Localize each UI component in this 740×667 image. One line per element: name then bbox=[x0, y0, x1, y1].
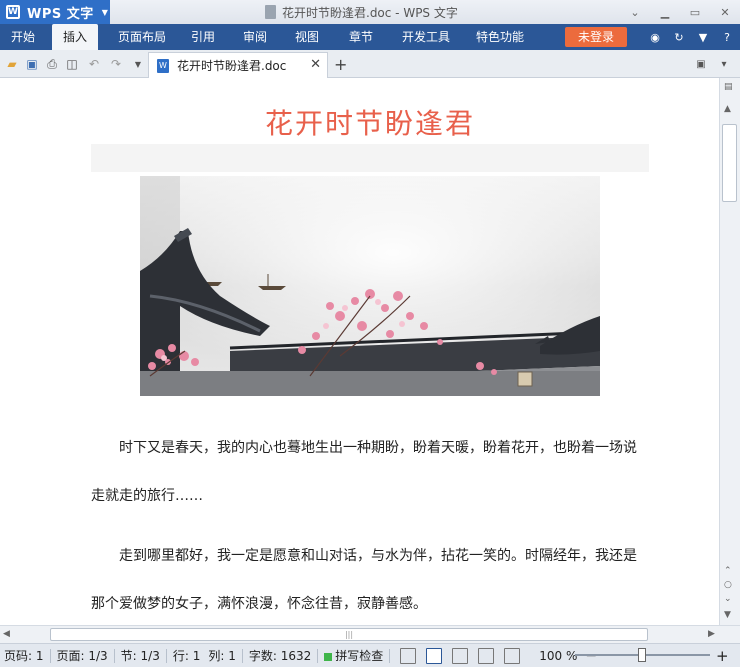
scroll-left-icon[interactable]: ◀ bbox=[3, 629, 10, 639]
status-page-code: 页码: 1 bbox=[4, 649, 44, 663]
tab-insert[interactable]: 插入 bbox=[52, 24, 98, 50]
scroll-down-icon[interactable]: ▼ bbox=[724, 610, 731, 620]
status-page: 页面: 1/3 bbox=[56, 649, 108, 663]
shirt-icon[interactable]: ▼ bbox=[694, 28, 712, 46]
close-button[interactable]: ✕ bbox=[710, 0, 740, 24]
new-tab-icon[interactable]: + bbox=[334, 55, 347, 74]
document-title: 花开时节盼逢君 bbox=[264, 107, 475, 140]
tab-developer[interactable]: 开发工具 bbox=[398, 24, 454, 50]
print-icon[interactable]: ⎙ bbox=[44, 56, 60, 72]
tab-references[interactable]: 引用 bbox=[186, 24, 220, 50]
scroll-right-icon[interactable]: ▶ bbox=[708, 629, 715, 639]
collapse-ribbon-button[interactable]: ⌄ bbox=[620, 0, 650, 24]
scroll-up-icon[interactable]: ▲ bbox=[724, 104, 731, 114]
status-section: 节: 1/3 bbox=[120, 649, 160, 663]
web-view-icon[interactable] bbox=[478, 647, 495, 664]
app-name: WPS 文字 bbox=[27, 6, 94, 22]
horizontal-scrollbar[interactable]: ◀ ||| ▶ bbox=[0, 625, 740, 643]
tab-chapter[interactable]: 章节 bbox=[344, 24, 378, 50]
spell-check-toggle[interactable]: 拼写检查 bbox=[320, 647, 387, 664]
window-list-icon[interactable]: ▣ bbox=[693, 56, 709, 72]
zoom-slider-thumb[interactable] bbox=[638, 648, 646, 662]
select-browse-object-icon[interactable]: ○ bbox=[724, 580, 732, 590]
app-menu-button[interactable]: W WPS 文字 ▼ bbox=[0, 0, 110, 24]
status-column: 列: 1 bbox=[208, 649, 236, 663]
help-icon[interactable]: ? bbox=[718, 28, 736, 46]
toolbar-more-icon[interactable]: ▼ bbox=[130, 56, 146, 72]
tab-review[interactable]: 审阅 bbox=[238, 24, 272, 50]
full-screen-view-icon[interactable] bbox=[400, 647, 417, 664]
status-word-count[interactable]: 字数: 1632 bbox=[245, 647, 315, 664]
quick-toolbar: ▰ ▣ ⎙ ◫ ↶ ↷ ▼ W 花开时节盼逢君.doc ✕ + ▣ ▾ bbox=[0, 50, 740, 78]
doc-map-icon[interactable]: ▤ bbox=[724, 82, 733, 92]
status-bar: 页码: 1 页面: 1/3 节: 1/3 行: 1 列: 1 字数: 1632 … bbox=[0, 643, 740, 667]
horizontal-scroll-thumb[interactable]: ||| bbox=[50, 628, 648, 641]
outline-view-icon[interactable] bbox=[452, 647, 469, 664]
previous-page-icon[interactable]: ⌃ bbox=[724, 566, 732, 576]
sync-icon[interactable]: ↻ bbox=[670, 28, 688, 46]
vertical-scrollbar[interactable]: ▤ ▲ ⌃ ○ ⌄ ▼ bbox=[719, 78, 740, 625]
open-folder-icon[interactable]: ▰ bbox=[4, 56, 20, 72]
word-doc-icon: W bbox=[157, 58, 169, 73]
tab-special-features[interactable]: 特色功能 bbox=[472, 24, 528, 50]
window-title: 花开时节盼逢君.doc - WPS 文字 bbox=[265, 0, 458, 24]
save-icon[interactable]: ▣ bbox=[24, 56, 40, 72]
minimize-button[interactable]: ▁ bbox=[650, 0, 680, 24]
vertical-scroll-thumb[interactable] bbox=[722, 124, 737, 202]
paragraph-2: 走到哪里都好，我一定是愿意和山对话，与水为伴，拈花一笑的。时隔经年，我还是那个爱… bbox=[91, 548, 637, 612]
tab-start[interactable]: 开始 bbox=[0, 24, 46, 50]
caret-down-icon: ▼ bbox=[101, 7, 108, 17]
maximize-button[interactable]: ▭ bbox=[680, 0, 710, 24]
title-underlay bbox=[91, 144, 649, 172]
window-title-text: 花开时节盼逢君.doc - WPS 文字 bbox=[282, 5, 458, 20]
document-tab[interactable]: W 花开时节盼逢君.doc ✕ bbox=[148, 52, 328, 78]
tab-page-layout[interactable]: 页面布局 bbox=[112, 24, 172, 50]
next-page-icon[interactable]: ⌄ bbox=[724, 594, 732, 604]
tab-view[interactable]: 视图 bbox=[290, 24, 324, 50]
redo-icon[interactable]: ↷ bbox=[108, 56, 124, 72]
page-view-icon[interactable] bbox=[426, 647, 443, 664]
menu-bar: 开始 插入 页面布局 引用 审阅 视图 章节 开发工具 特色功能 未登录 ◉ ↻… bbox=[0, 24, 740, 50]
spell-check-status-icon bbox=[324, 652, 333, 661]
close-tab-icon[interactable]: ✕ bbox=[310, 57, 321, 72]
document-canvas[interactable]: 花开时节盼逢君 时下又是春天，我的内心也蓦地生出一种期盼，盼着天暖，盼着花开，也… bbox=[0, 78, 719, 625]
tab-menu-icon[interactable]: ▾ bbox=[716, 56, 732, 72]
title-bar: W WPS 文字 ▼ 花开时节盼逢君.doc - WPS 文字 ⌄ ▁ ▭ ✕ bbox=[0, 0, 740, 24]
skin-icon[interactable]: ◉ bbox=[646, 28, 664, 46]
print-preview-icon[interactable]: ◫ bbox=[64, 56, 80, 72]
paragraph-1: 时下又是春天，我的内心也蓦地生出一种期盼，盼着天暖，盼着花开，也盼着一场说走就走… bbox=[91, 440, 637, 504]
login-button[interactable]: 未登录 bbox=[565, 27, 627, 47]
zoom-in-icon[interactable]: + bbox=[712, 647, 733, 665]
document-icon bbox=[265, 5, 276, 19]
wps-logo-icon: W bbox=[6, 5, 20, 19]
reading-view-icon[interactable] bbox=[504, 647, 521, 664]
undo-icon[interactable]: ↶ bbox=[86, 56, 102, 72]
spell-check-label: 拼写检查 bbox=[335, 649, 384, 663]
status-row: 行: 1 bbox=[172, 649, 201, 663]
document-image[interactable] bbox=[140, 176, 600, 396]
document-tab-label: 花开时节盼逢君.doc bbox=[177, 59, 287, 73]
